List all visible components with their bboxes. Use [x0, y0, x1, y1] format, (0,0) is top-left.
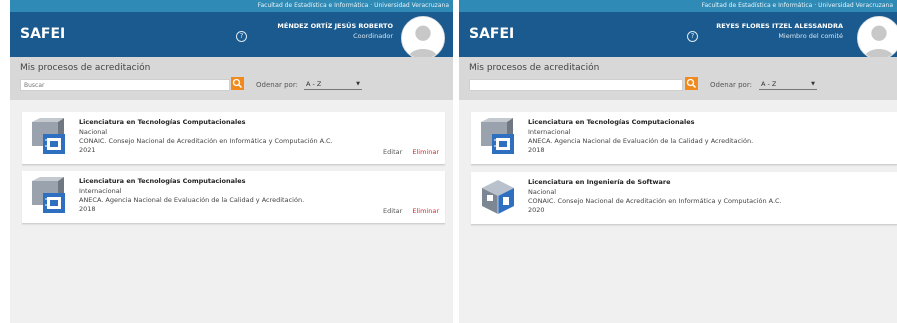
app-header: SAFEI ? REYES FLORES ITZEL ALESSANDRA Mi…: [459, 12, 897, 60]
order-value: A - Z: [306, 80, 322, 88]
card-actions: Editar Eliminar: [383, 148, 439, 156]
user-info: MÉNDEZ ORTÍZ JESÚS ROBERTO Coordinador: [277, 22, 393, 40]
program-title: Licenciatura en Tecnologías Computaciona…: [79, 118, 246, 126]
process-card[interactable]: Licenciatura en Ingeniería de Software N…: [471, 172, 897, 225]
page-title: Mis procesos de acreditación: [469, 63, 600, 73]
process-card[interactable]: Licenciatura en Tecnologías Computaciona…: [22, 171, 445, 224]
user-role: Coordinador: [353, 32, 393, 40]
chevron-down-icon: ▼: [811, 81, 815, 87]
order-select[interactable]: A - Z ▼: [304, 79, 362, 90]
user-name: MÉNDEZ ORTÍZ JESÚS ROBERTO: [277, 22, 393, 30]
app-name: SAFEI: [20, 26, 66, 42]
order-label: Odenar por:: [256, 81, 298, 89]
program-title: Licenciatura en Tecnologías Computaciona…: [528, 118, 695, 126]
search-input[interactable]: [469, 79, 683, 91]
committee-member-screen: Facultad de Estadística e Informática · …: [459, 0, 897, 323]
program-scope: Internacional: [528, 128, 571, 136]
edit-link[interactable]: Editar: [383, 148, 402, 156]
search-button[interactable]: [685, 77, 698, 90]
chevron-down-icon: ▼: [356, 81, 360, 87]
toolbar: Mis procesos de acreditación Odenar por:…: [459, 57, 897, 100]
accreditation-agency: ANECA. Agencia Nacional de Evaluación de…: [528, 137, 754, 145]
process-card[interactable]: Licenciatura en Tecnologías Computaciona…: [22, 112, 445, 165]
institution-bar: Facultad de Estadística e Informática · …: [10, 0, 453, 12]
computer-chip-tile-icon: [30, 118, 68, 156]
search-button[interactable]: [231, 77, 244, 90]
delete-link[interactable]: Eliminar: [412, 148, 439, 156]
user-silhouette-icon: [858, 17, 897, 59]
toolbar: Mis procesos de acreditación Odenar por:…: [10, 57, 453, 100]
user-info: REYES FLORES ITZEL ALESSANDRA Miembro de…: [716, 22, 843, 40]
accreditation-year: 2018: [528, 146, 545, 154]
computer-chip-tile-icon: [30, 177, 68, 215]
computer-chip-tile-icon: [479, 118, 517, 156]
app-header: SAFEI ? MÉNDEZ ORTÍZ JESÚS ROBERTO Coord…: [10, 12, 453, 60]
program-title: Licenciatura en Tecnologías Computaciona…: [79, 177, 246, 185]
question-circle-icon[interactable]: ?: [687, 31, 698, 42]
software-cube-icon: [479, 178, 517, 216]
accreditation-agency: CONAIC. Consejo Nacional de Acreditación…: [79, 137, 333, 145]
program-scope: Nacional: [79, 128, 108, 136]
accreditation-year: 2020: [528, 206, 545, 214]
accreditation-agency: ANECA. Agencia Nacional de Evaluación de…: [79, 196, 305, 204]
order-label: Odenar por:: [710, 81, 752, 89]
program-scope: Nacional: [528, 188, 557, 196]
question-circle-icon[interactable]: ?: [236, 31, 247, 42]
accreditation-agency: CONAIC. Consejo Nacional de Acreditación…: [528, 197, 782, 205]
user-role: Miembro del comité: [778, 32, 843, 40]
magnifier-icon: [686, 78, 697, 89]
process-card[interactable]: Licenciatura en Tecnologías Computaciona…: [471, 112, 897, 165]
accreditation-year: 2018: [79, 205, 96, 213]
card-actions: Editar Eliminar: [383, 207, 439, 215]
delete-link[interactable]: Eliminar: [412, 207, 439, 215]
magnifier-icon: [232, 78, 243, 89]
avatar[interactable]: [401, 16, 445, 60]
user-name: REYES FLORES ITZEL ALESSANDRA: [716, 22, 843, 30]
coordinator-screen: Facultad de Estadística e Informática · …: [10, 0, 453, 323]
accreditation-year: 2021: [79, 146, 96, 154]
institution-bar: Facultad de Estadística e Informática · …: [459, 0, 897, 12]
search-input[interactable]: [20, 79, 230, 91]
app-name: SAFEI: [469, 26, 515, 42]
edit-link[interactable]: Editar: [383, 207, 402, 215]
program-scope: Internacional: [79, 187, 122, 195]
order-value: A - Z: [761, 80, 777, 88]
avatar[interactable]: [857, 16, 897, 60]
page-title: Mis procesos de acreditación: [20, 63, 151, 73]
program-title: Licenciatura en Ingeniería de Software: [528, 178, 671, 186]
user-silhouette-icon: [402, 17, 444, 59]
screens-container: Facultad de Estadística e Informática · …: [0, 0, 897, 323]
order-select[interactable]: A - Z ▼: [759, 79, 817, 90]
